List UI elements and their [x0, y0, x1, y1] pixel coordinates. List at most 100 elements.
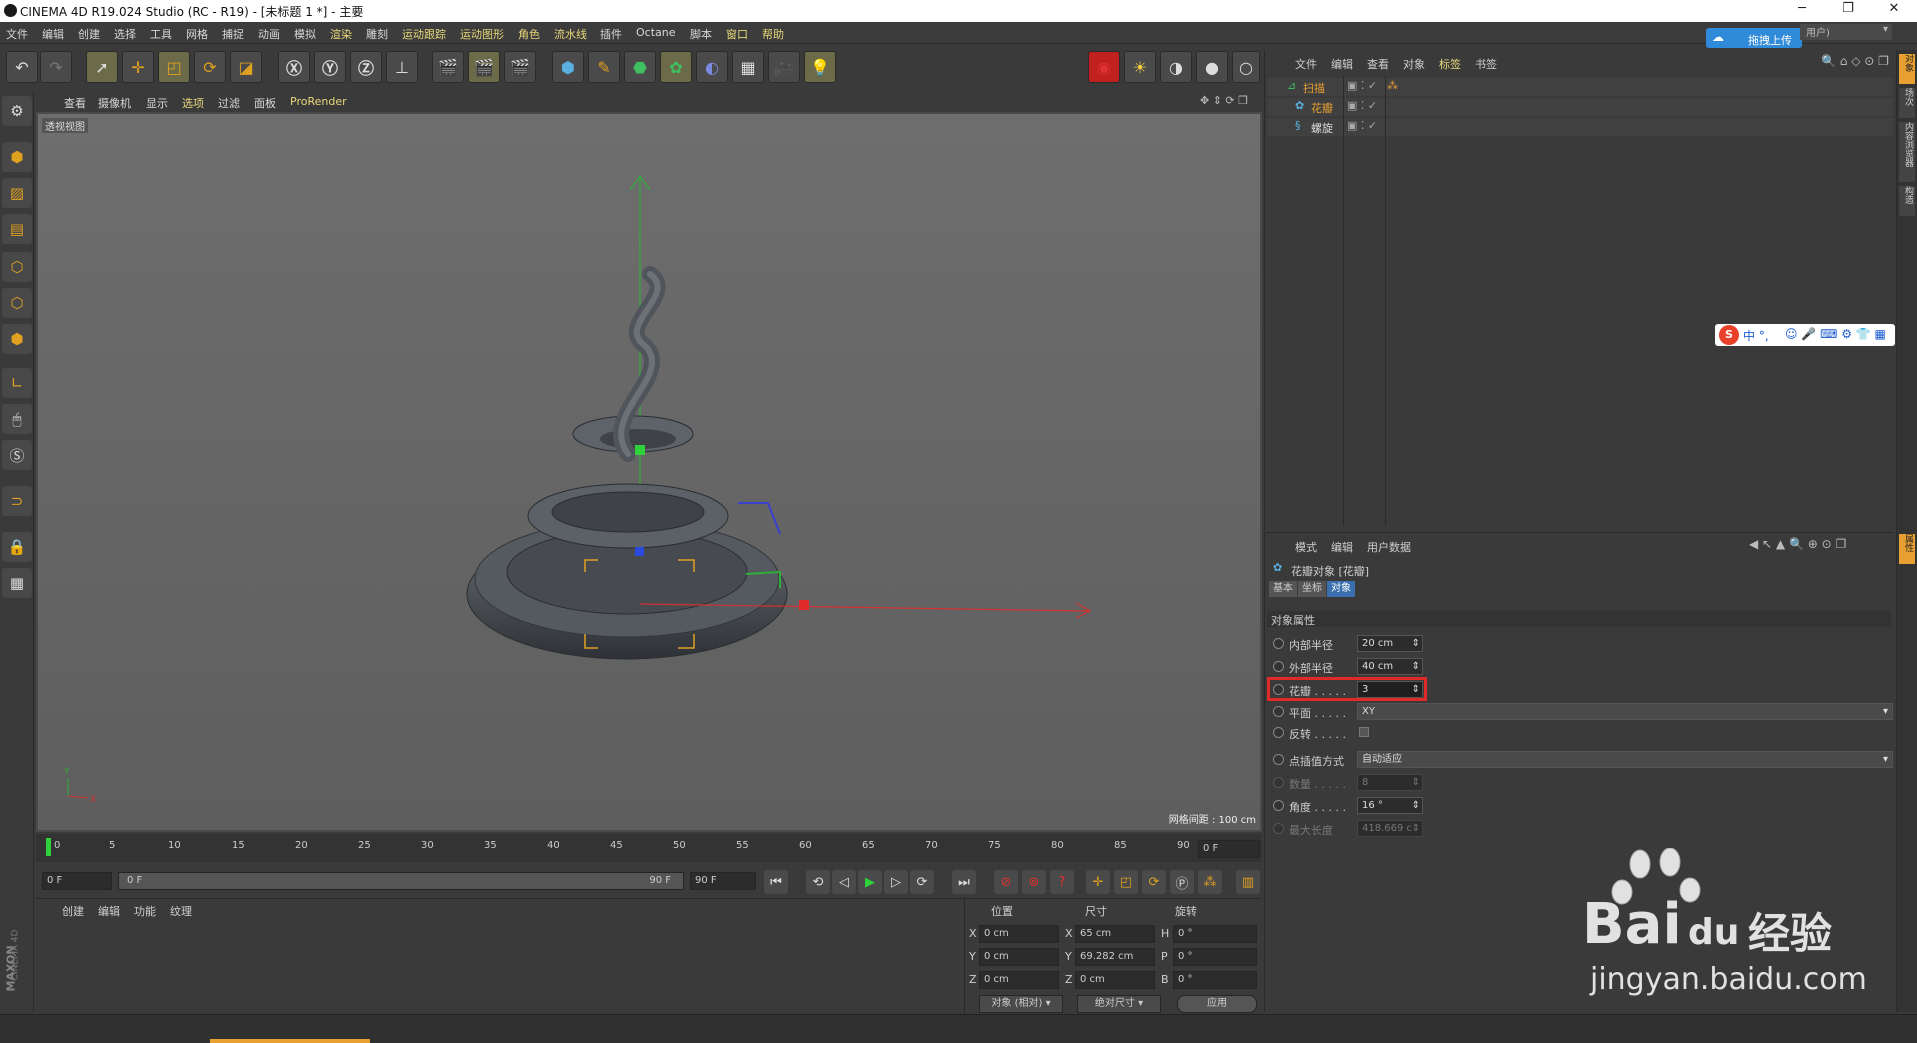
attr-menu-mode[interactable]: 模式	[1295, 539, 1317, 555]
visibility-icon[interactable]: ▣ ⁚ ✓	[1347, 79, 1377, 92]
redo-button[interactable]: ↷	[40, 51, 72, 83]
end-frame-field[interactable]: 90 F	[690, 872, 756, 890]
planar-workplane-button[interactable]: ▦	[2, 568, 32, 598]
floor-button[interactable]: ▦	[732, 51, 764, 83]
axis-mode-button[interactable]: ∟	[2, 368, 32, 398]
visibility-icon[interactable]: ▣ ⁚ ✓	[1347, 99, 1377, 112]
menu-script[interactable]: 脚本	[690, 26, 712, 42]
coordinate-system-button[interactable]: ⊥	[386, 51, 418, 83]
obj-menu-bookmarks[interactable]: 书签	[1475, 56, 1497, 72]
octane-material-button[interactable]: ◑	[1160, 51, 1192, 83]
go-to-start-button[interactable]: ⏮	[764, 870, 788, 894]
menu-motion-tracking[interactable]: 运动跟踪	[402, 26, 446, 42]
scale-tool-button[interactable]: ◰	[158, 51, 190, 83]
size-x-field[interactable]: 65 cm	[1075, 925, 1155, 943]
outer-radius-field[interactable]: 40 cm ⇕	[1357, 658, 1423, 675]
menu-simulate[interactable]: 模拟	[294, 26, 316, 42]
octane-sun-button[interactable]: ☀	[1124, 51, 1156, 83]
rotate-tool-button[interactable]: ⟳	[194, 51, 226, 83]
menu-select[interactable]: 选择	[114, 26, 136, 42]
snap-button[interactable]: ⊃	[2, 486, 32, 516]
cloner-button[interactable]: ✿	[660, 51, 692, 83]
select-tool-button[interactable]: ➚	[86, 51, 118, 83]
recent-tool-button[interactable]: ◪	[230, 51, 262, 83]
deformer-button[interactable]: ◐	[696, 51, 728, 83]
menu-tools[interactable]: 工具	[150, 26, 172, 42]
tag-icon[interactable]: ⁂	[1387, 79, 1398, 92]
maximize-button[interactable]: ❐	[1832, 1, 1864, 21]
position-z-field[interactable]: 0 cm	[979, 971, 1059, 989]
prop-reverse[interactable]: 反转 . . . . .	[1273, 724, 1893, 742]
attr-toolbar-icons[interactable]: ◀ ↖ ▲ 🔍 ⊕ ⊙ ❐	[1749, 537, 1846, 551]
menu-snap[interactable]: 捕捉	[222, 26, 244, 42]
vp-nav-icons[interactable]: ✥ ⇕ ⟳ ❐	[1200, 94, 1248, 107]
vp-menu-display[interactable]: 显示	[146, 95, 168, 111]
upload-button[interactable]: ☁ 拖拽上传	[1706, 28, 1802, 48]
size-mode-dropdown[interactable]: 绝对尺寸 ▾	[1077, 995, 1161, 1013]
tab-basic[interactable]: 基本	[1269, 581, 1297, 597]
record-keys-button[interactable]: ⊘	[994, 870, 1018, 894]
edges-mode-button[interactable]: ⬡	[2, 288, 32, 318]
menu-render[interactable]: 渲染	[330, 26, 352, 42]
solo-button[interactable]: Ⓢ	[2, 440, 32, 470]
visibility-icon[interactable]: ▣ ⁚ ✓	[1347, 119, 1377, 132]
go-to-end-button[interactable]: ⏭	[952, 870, 976, 894]
mat-menu-create[interactable]: 创建	[62, 903, 84, 919]
prev-key-button[interactable]: ⟲	[806, 870, 830, 894]
mat-menu-texture[interactable]: 纹理	[170, 903, 192, 919]
prop-petals[interactable]: 花瓣 . . . . . 3 ⇕	[1267, 677, 1893, 701]
minimize-button[interactable]: ─	[1786, 1, 1818, 21]
key-param-button[interactable]: Ⓟ	[1170, 870, 1194, 894]
rotation-h-field[interactable]: 0 °	[1173, 925, 1257, 943]
render-view-button[interactable]: 🎬	[432, 51, 464, 83]
menu-octane[interactable]: Octane	[636, 26, 676, 39]
octane-env-button[interactable]: ○	[1232, 51, 1260, 83]
make-editable-button[interactable]: ⚙	[2, 96, 32, 126]
points-mode-button[interactable]: ⬡	[2, 252, 32, 282]
vp-menu-view[interactable]: 查看	[64, 95, 86, 111]
move-tool-button[interactable]: ✛	[122, 51, 154, 83]
rotation-p-field[interactable]: 0 °	[1173, 948, 1257, 966]
anim-radio-icon[interactable]	[1273, 727, 1284, 738]
next-key-button[interactable]: ⟳	[910, 870, 934, 894]
play-button[interactable]: ▶	[858, 870, 882, 894]
rotation-b-field[interactable]: 0 °	[1173, 971, 1257, 989]
key-scale-button[interactable]: ◰	[1114, 870, 1138, 894]
pen-spline-button[interactable]: ✎	[588, 51, 620, 83]
anim-radio-icon[interactable]	[1273, 684, 1284, 695]
vp-menu-options[interactable]: 选项	[182, 95, 204, 111]
prop-outer-radius[interactable]: 外部半径 40 cm ⇕	[1273, 658, 1893, 676]
polygons-mode-button[interactable]: ⬢	[2, 324, 32, 354]
obj-menu-objects[interactable]: 对象	[1403, 56, 1425, 72]
menu-character[interactable]: 角色	[518, 26, 540, 42]
start-frame-field[interactable]: 0 F	[42, 872, 112, 890]
menu-create[interactable]: 创建	[78, 26, 100, 42]
cube-object-button[interactable]: ⬢	[552, 51, 584, 83]
size-y-field[interactable]: 69.282 cm	[1075, 948, 1155, 966]
menu-mograph[interactable]: 运动图形	[460, 26, 504, 42]
attr-menu-userdata[interactable]: 用户数据	[1367, 539, 1411, 555]
angle-field[interactable]: 16 ° ⇕	[1357, 797, 1423, 814]
anim-radio-icon[interactable]	[1273, 754, 1284, 765]
subdivision-button[interactable]: ⬣	[624, 51, 656, 83]
undo-button[interactable]: ↶	[6, 51, 38, 83]
tab-object[interactable]: 对象	[1327, 581, 1355, 597]
key-pla-button[interactable]: ⁂	[1198, 870, 1222, 894]
render-picture-viewer-button[interactable]: 🎬	[468, 51, 500, 83]
interpolation-dropdown[interactable]: 自动适应 ▾	[1357, 751, 1893, 768]
user-dropdown[interactable]: 用户) ▾	[1800, 24, 1892, 40]
menu-pipeline[interactable]: 流水线	[554, 26, 587, 42]
attr-menu-edit[interactable]: 编辑	[1331, 539, 1353, 555]
mat-menu-function[interactable]: 功能	[134, 903, 156, 919]
coord-mode-dropdown[interactable]: 对象 (相对) ▾	[979, 995, 1063, 1013]
tab-takes-vertical[interactable]: 场次	[1899, 88, 1915, 118]
menu-file[interactable]: 文件	[6, 26, 28, 42]
ime-toolbar[interactable]: S 中 °, ☺ 🎤 ⌨ ⚙ 👕 ▦	[1715, 324, 1895, 346]
timeline-window-button[interactable]: ▥	[1236, 870, 1260, 894]
vp-menu-camera[interactable]: 摄像机	[98, 95, 131, 111]
vp-menu-prorender[interactable]: ProRender	[290, 95, 347, 108]
camera-button[interactable]: 🎥	[768, 51, 800, 83]
material-manager[interactable]: 创建 编辑 功能 纹理	[36, 898, 964, 1014]
current-frame-field[interactable]: 0 F	[1198, 840, 1260, 858]
apply-button[interactable]: 应用	[1177, 995, 1257, 1013]
